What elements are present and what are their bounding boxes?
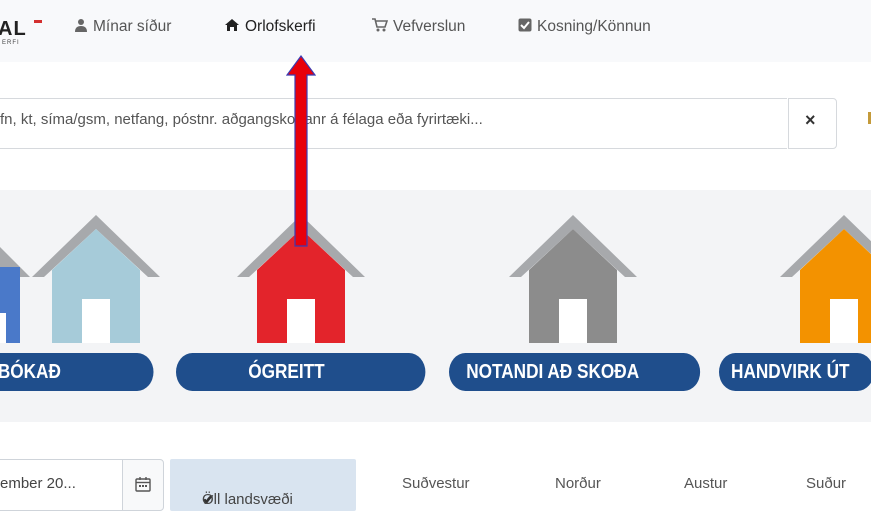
house-icon-user-viewing [509, 215, 637, 343]
nav-label: Orlofskerfi [245, 18, 316, 35]
category-label: ÓGREITT [248, 361, 325, 383]
logo-subtext: ERFI [2, 40, 20, 46]
cart-icon [372, 18, 388, 32]
house-icon-booked-light [32, 215, 160, 343]
region-label: Norður [555, 475, 601, 492]
checkbox-icon [518, 18, 532, 32]
nav-item-minar-sidur[interactable]: Mínar síður [74, 18, 171, 36]
nav-label: Mínar síður [93, 18, 172, 35]
top-navbar: AL ERFI Mínar síður Orlofskerfi Vefversl… [0, 0, 871, 62]
search-clear-button[interactable]: × [788, 98, 837, 149]
nav-item-kosning-konnun[interactable]: Kosning/Könnun [518, 18, 651, 36]
user-icon [75, 19, 87, 32]
category-user-viewing-button[interactable]: NOTANDI AÐ SKOÐA [449, 353, 701, 391]
calendar-icon [135, 477, 151, 492]
date-value: ember 20... [0, 475, 76, 492]
house-icon-booked [0, 247, 30, 343]
search-input-text: fn, kt, síma/gsm, netfang, póstnr. aðgan… [0, 111, 483, 128]
nav-item-vefverslun[interactable]: Vefverslun [372, 18, 465, 36]
home-icon [225, 19, 239, 31]
region-tab-austur[interactable]: Austur [684, 475, 727, 492]
region-tab-sudvestur[interactable]: Suðvestur [402, 475, 470, 492]
category-label: NOTANDI AÐ SKOÐA [466, 361, 640, 383]
category-label: HANDVIRK ÚT [731, 361, 850, 383]
region-tab-sudur[interactable]: Suður [806, 475, 846, 492]
region-label: Austur [684, 475, 728, 492]
nav-label: Kosning/Könnun [537, 18, 651, 35]
category-booked-button[interactable]: BÓKAÐ [0, 353, 154, 391]
logo-text: AL [0, 18, 27, 40]
house-icon-manual [780, 215, 871, 343]
nav-item-orlofskerfi[interactable]: Orlofskerfi [224, 18, 316, 36]
category-label: BÓKAÐ [0, 361, 61, 383]
nav-label: Vefverslun [393, 18, 466, 35]
logo-accent [34, 20, 42, 23]
region-label: Öll landsvæði [202, 491, 293, 508]
category-manual-button[interactable]: HANDVIRK ÚT [719, 353, 871, 391]
region-label: Suðvestur [402, 475, 470, 492]
brand-logo[interactable]: AL ERFI [0, 10, 46, 46]
date-picker-input[interactable]: ember 20... [0, 459, 123, 511]
region-tab-all[interactable]: ✔ Öll landsvæði [170, 459, 356, 511]
region-tab-nordur[interactable]: Norður [555, 475, 601, 492]
category-unpaid-button[interactable]: ÓGREITT [176, 353, 426, 391]
close-icon: × [805, 110, 816, 130]
annotation-arrow [286, 55, 316, 247]
member-search-field[interactable]: fn, kt, síma/gsm, netfang, póstnr. aðgan… [0, 98, 787, 149]
calendar-button[interactable] [122, 459, 164, 511]
region-label: Suður [806, 475, 847, 492]
